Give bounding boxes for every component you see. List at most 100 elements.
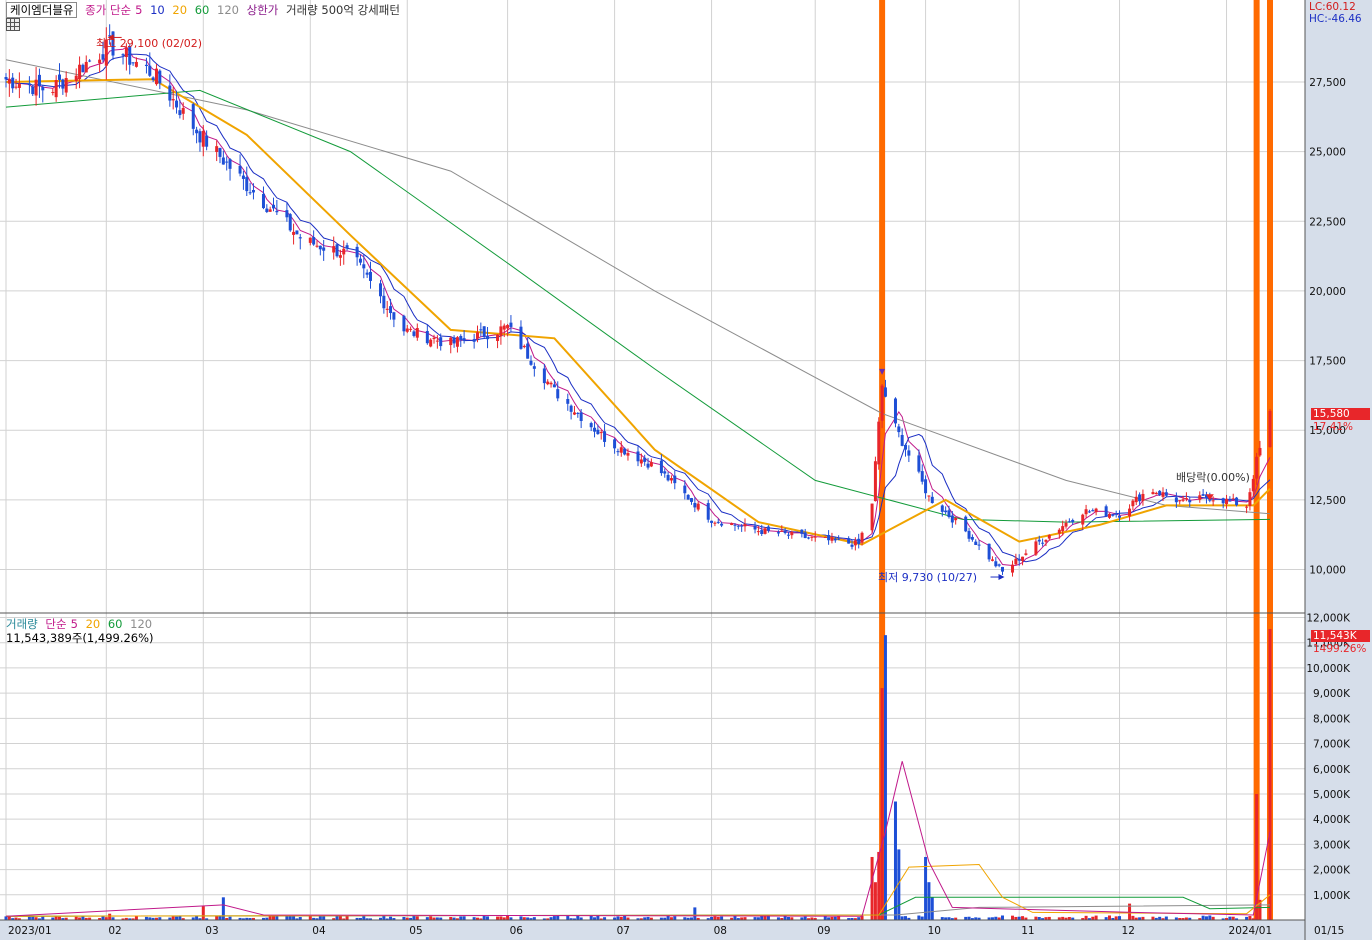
ma-period-20: 20: [172, 3, 188, 17]
candle-body: [175, 100, 179, 108]
candle-body: [990, 559, 994, 561]
candle-body: [496, 334, 500, 341]
volume-bar: [720, 916, 724, 920]
candle-body: [479, 329, 483, 331]
candle-body: [927, 495, 931, 497]
candle-body: [482, 326, 486, 338]
candle-body: [917, 455, 921, 472]
candle-body: [853, 540, 857, 546]
candle-body: [1111, 514, 1115, 516]
volume-ma20-line: [5, 863, 1271, 917]
candle-body: [191, 104, 195, 129]
candle-body: [813, 536, 817, 538]
volume-legend-title: 거래량: [6, 617, 38, 631]
volume-bar: [195, 916, 199, 920]
volume-bar: [803, 916, 807, 920]
volume-ma-120: 120: [130, 617, 153, 631]
candle-body: [720, 523, 724, 526]
time-tick-label: 07: [617, 925, 630, 937]
volume-bar: [566, 916, 570, 920]
candle-body: [101, 54, 105, 60]
price-tick-label: 17,500: [1309, 356, 1346, 368]
candle-body: [98, 59, 102, 64]
candle-body: [78, 64, 82, 80]
candle-body: [221, 157, 225, 165]
volume-tick-label: 1,000K: [1313, 890, 1351, 902]
volume-bar: [292, 916, 296, 920]
volume-pattern-legend: 거래량 500억 강세패턴: [286, 3, 400, 17]
volume-bar: [318, 916, 322, 920]
volume-bar: [920, 916, 924, 920]
stock-chart-canvas[interactable]: 27,50025,00022,50020,00017,50015,00012,5…: [0, 0, 1372, 940]
candle-body: [295, 230, 299, 235]
candle-body: [459, 335, 463, 340]
candle-body: [1037, 539, 1041, 542]
candle-body: [37, 74, 41, 87]
candle-body: [198, 131, 202, 143]
candle-body: [686, 494, 690, 500]
volume-bar: [1255, 793, 1259, 920]
candle-body: [392, 312, 396, 320]
candle-body: [900, 434, 904, 446]
candle-body: [1158, 490, 1162, 496]
volume-bar: [870, 856, 874, 920]
candle-body: [385, 308, 389, 310]
candle-body: [556, 389, 560, 399]
candle-body: [807, 537, 811, 539]
candle-body: [643, 457, 647, 462]
candle-body: [429, 339, 433, 347]
candle-body: [475, 332, 479, 339]
candle-body: [245, 177, 249, 192]
candle-body: [636, 451, 640, 462]
candle-body: [74, 75, 78, 81]
stock-name[interactable]: 케이엠더블유: [6, 2, 78, 18]
candle-body: [1174, 497, 1178, 503]
candle-body: [954, 517, 958, 521]
candle-body: [342, 248, 346, 255]
candle-body: [639, 459, 643, 464]
volume-bar: [178, 916, 182, 920]
volume-bar: [322, 916, 326, 920]
candle-body: [756, 531, 760, 533]
candle-body: [997, 564, 1001, 566]
candle-body: [121, 54, 125, 56]
time-tick-label: 06: [510, 925, 524, 937]
dividend-annotation: 배당락(0.00%): [1176, 471, 1250, 484]
candle-body: [1255, 456, 1259, 479]
candle-body: [766, 526, 770, 531]
candle-body: [529, 360, 533, 365]
volume-bar: [429, 916, 433, 920]
candle-body: [1245, 506, 1249, 508]
candle-body: [1251, 478, 1255, 492]
volume-bar: [733, 916, 737, 920]
candle-body: [268, 209, 272, 212]
grid-toggle-icon[interactable]: [6, 18, 20, 31]
price-ma-lines: [5, 46, 1271, 567]
candle-body: [613, 439, 617, 449]
candle-body: [1011, 564, 1015, 573]
volume-bar: [893, 801, 897, 920]
candle-body: [1221, 498, 1225, 504]
candle-body: [870, 503, 874, 531]
candle-body: [472, 339, 476, 342]
price-tick-label: 12,500: [1309, 495, 1346, 507]
volume-bar: [1268, 629, 1272, 920]
time-tick-label-last: 01/15: [1314, 925, 1344, 937]
candle-body: [292, 231, 296, 235]
volume-bar: [576, 915, 580, 920]
candle-body: [1104, 506, 1108, 517]
candle-body: [693, 502, 697, 508]
candle-body: [736, 525, 740, 527]
candle-body: [623, 448, 627, 455]
candle-body: [790, 531, 794, 536]
limit-up-bars: [879, 0, 1273, 920]
annotation-markers: [107, 34, 1214, 581]
candle-body: [261, 193, 265, 209]
time-tick-label: 10: [928, 925, 941, 937]
candle-body: [897, 426, 901, 433]
volume-bar: [171, 916, 175, 920]
candle-body: [452, 337, 456, 344]
volume-bar: [285, 916, 289, 920]
candle-body: [1268, 410, 1272, 447]
candle-body: [402, 315, 406, 332]
